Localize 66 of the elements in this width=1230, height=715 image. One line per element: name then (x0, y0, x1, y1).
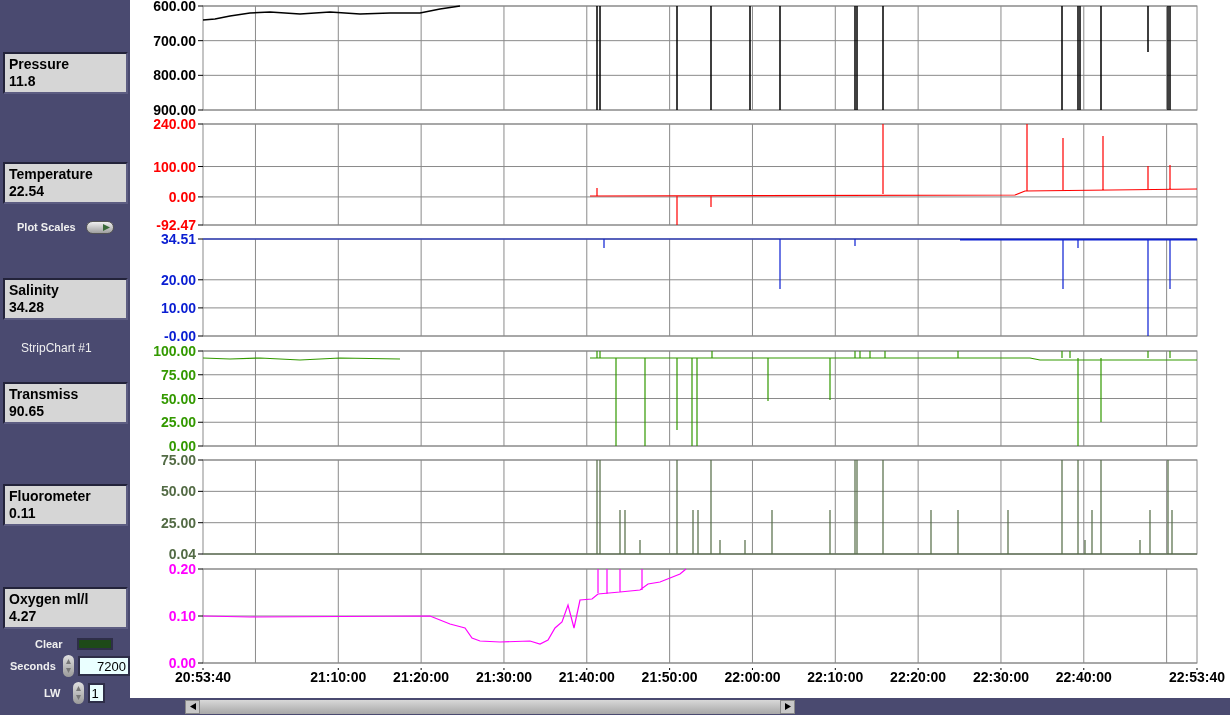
axis-tick-label: 0.00 (168, 655, 196, 668)
chart-title: StripChart #1 (21, 340, 92, 357)
time-axis-label: 20:53:40 (175, 669, 231, 685)
readout-value: 4.27 (9, 608, 38, 625)
time-axis-label: 21:10:00 (310, 669, 367, 685)
scroll-left-button[interactable] (185, 699, 200, 714)
readout-value: 0.11 (9, 505, 37, 522)
time-axis-label: 21:30:00 (475, 669, 532, 685)
axis-tick-label: 0.00 (168, 438, 196, 453)
time-axis-label: 22:00:00 (724, 669, 781, 685)
seconds-field[interactable]: 7200 (77, 656, 130, 676)
axis-tick-label: 50.00 (160, 390, 196, 407)
axis-tick-label: 900.00 (153, 102, 196, 117)
axis-tick-label: 34.51 (160, 232, 196, 247)
time-axis-label: 21:40:00 (558, 669, 615, 685)
axis-tick-label: 0.20 (168, 561, 196, 577)
plot-scales-label: Plot Scales (17, 219, 76, 235)
readout-label: Pressure (9, 56, 70, 73)
readout-value: 90.65 (9, 403, 46, 420)
axis-tick-label: -92.47 (156, 217, 196, 232)
axis-tick-label: 25.00 (160, 414, 196, 431)
lw-label: LW (44, 685, 61, 701)
right-arrow-icon (784, 703, 791, 710)
readout-label: Salinity (9, 282, 60, 299)
readout-label: Fluorometer (9, 488, 92, 505)
up-down-arrows-icon (74, 685, 82, 701)
axis-tick-label: 100.00 (153, 343, 196, 359)
axis-tick-label: 0.00 (168, 188, 196, 205)
axis-tick-label: 20.00 (160, 271, 196, 288)
clear-label: Clear (35, 636, 63, 652)
seconds-label: Seconds (10, 658, 56, 674)
axis-tick-label: 0.10 (168, 608, 196, 624)
up-down-arrows-icon (64, 658, 72, 674)
axis-tick-label: 100.00 (153, 158, 196, 175)
readout-value: 34.28 (9, 299, 46, 316)
spinner-button[interactable] (72, 682, 84, 704)
axis-tick-label: 50.00 (160, 483, 196, 500)
scroll-right-button[interactable] (780, 699, 795, 714)
readout-value: 11.8 (9, 73, 37, 90)
toggle-button[interactable] (85, 220, 114, 234)
time-axis-label: 22:10:00 (807, 669, 864, 685)
axis-tick-label: 240.00 (153, 117, 196, 132)
axis-tick-label: -0.00 (164, 328, 196, 343)
lw-field[interactable]: 1 (87, 683, 105, 703)
axis-tick-label: 10.00 (160, 299, 196, 316)
time-axis-label: 22:53:40 (1169, 669, 1225, 685)
axis-tick-label: 75.00 (160, 453, 196, 468)
play-arrow-icon (102, 223, 110, 231)
horizontal-scrollbar[interactable] (185, 699, 795, 714)
readout-label: Oxygen ml/l (9, 591, 90, 608)
time-axis-label: 21:20:00 (393, 669, 450, 685)
time-axis-label: 21:50:00 (641, 669, 698, 685)
axis-tick-label: 25.00 (160, 514, 196, 531)
readout-label: Temperature (9, 166, 94, 183)
readout-value: 22.54 (9, 183, 46, 200)
axis-tick-label: 75.00 (160, 366, 196, 383)
spinner-button[interactable] (62, 655, 74, 677)
axis-tick-label: 0.04 (168, 546, 196, 561)
axis-tick-label: 800.00 (153, 67, 196, 84)
axis-tick-label: 600.00 (153, 0, 196, 14)
time-axis-label: 22:30:00 (972, 669, 1029, 685)
readout-label: Transmiss (9, 386, 80, 403)
left-arrow-icon (189, 703, 196, 710)
time-axis-label: 22:40:00 (1055, 669, 1112, 685)
time-axis-label: 22:20:00 (890, 669, 947, 685)
axis-tick-label: 700.00 (153, 32, 196, 49)
